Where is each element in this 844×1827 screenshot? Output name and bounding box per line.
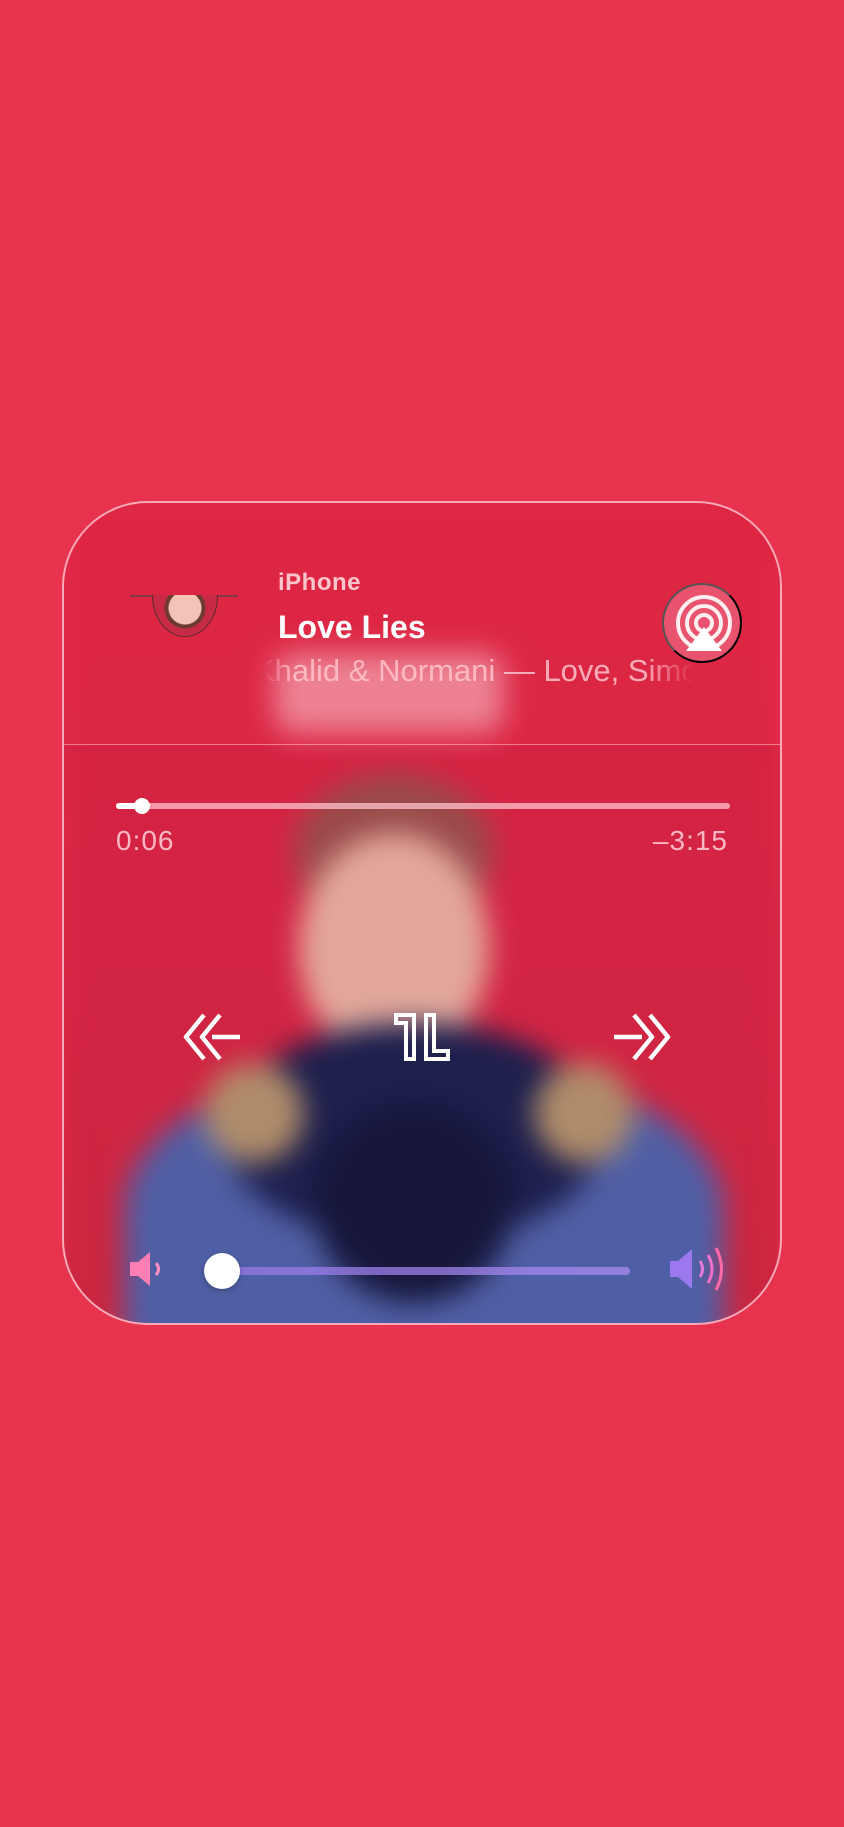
playback-scrubber-knob[interactable]	[134, 798, 150, 814]
now-playing-widget: iPhone Love Lies Khalid & Normani — Love…	[62, 501, 782, 1325]
pause-icon	[394, 1013, 450, 1061]
volume-high-icon	[668, 1243, 730, 1295]
artist-marquee: Khalid & Normani — Love, Simon	[264, 653, 694, 695]
remaining-time: –3:15	[652, 825, 728, 856]
volume-low-icon	[128, 1249, 168, 1289]
playback-source-label: iPhone	[278, 569, 362, 596]
track-title: Love Lies	[278, 609, 426, 645]
airplay-icon	[676, 595, 732, 651]
fast-forward-button[interactable]	[610, 1009, 674, 1065]
artist-line: Khalid & Normani — Love, Simon	[264, 653, 694, 688]
fast-forward-icon	[614, 1013, 671, 1061]
album-thumbnail[interactable]	[130, 595, 238, 637]
volume-slider-knob[interactable]	[204, 1253, 240, 1289]
elapsed-time: 0:06	[116, 825, 175, 856]
airplay-button[interactable]	[662, 583, 742, 663]
volume-slider[interactable]	[224, 1267, 630, 1275]
rewind-icon	[183, 1013, 240, 1061]
pause-button[interactable]	[392, 1011, 452, 1063]
playback-scrubber[interactable]	[116, 798, 730, 814]
rewind-button[interactable]	[180, 1009, 244, 1065]
